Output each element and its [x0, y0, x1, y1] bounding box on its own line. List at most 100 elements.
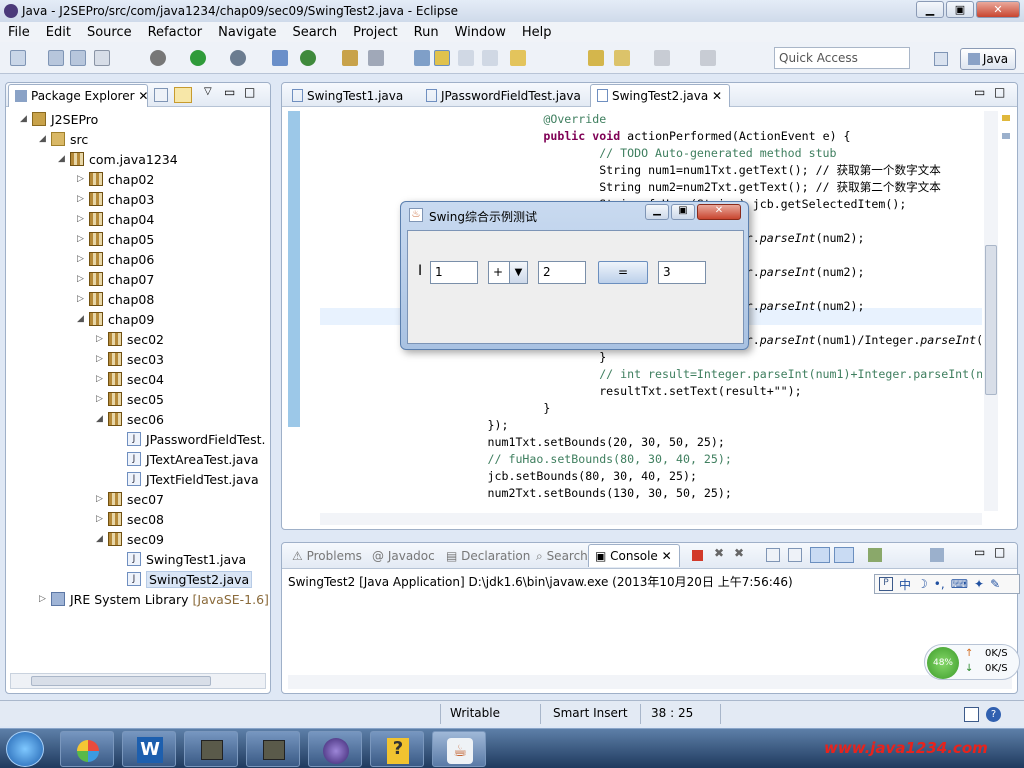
run-icon[interactable]	[190, 50, 206, 66]
tree-item[interactable]: ▷ sec08	[96, 509, 164, 529]
tab-javadoc[interactable]: @ Javadoc	[366, 546, 441, 566]
collapsed-arrow-icon[interactable]: ▷	[77, 254, 89, 264]
help-icon[interactable]: ?	[986, 707, 1001, 722]
minimize-view-icon[interactable]: ▭	[974, 85, 985, 99]
highlight-icon[interactable]	[434, 50, 450, 66]
new-icon[interactable]	[10, 50, 26, 66]
show-whitespace-icon[interactable]	[482, 50, 498, 66]
num1-input[interactable]: 1	[430, 261, 478, 284]
collapsed-arrow-icon[interactable]: ▷	[77, 174, 89, 184]
minimize-view-icon[interactable]: ▭	[224, 85, 235, 99]
collapsed-arrow-icon[interactable]: ▷	[77, 214, 89, 224]
tab-search[interactable]: ⌕ Search	[530, 546, 594, 567]
remove-launch-icon[interactable]: ✖	[714, 546, 724, 560]
editor-horizontal-scrollbar[interactable]	[320, 513, 982, 525]
swing-close-button[interactable]: ✕	[697, 204, 741, 220]
scroll-lock-icon[interactable]	[766, 548, 780, 562]
tree-item[interactable]: ▷ chap02	[77, 169, 154, 189]
new-class-icon[interactable]	[300, 50, 316, 66]
collapsed-arrow-icon[interactable]: ▷	[96, 494, 108, 504]
maximize-view-icon[interactable]: □	[994, 85, 1005, 99]
new-java-project-icon[interactable]	[272, 50, 288, 66]
vertical-scrollbar[interactable]	[984, 111, 998, 511]
taskbar-wps-writer[interactable]: W	[122, 731, 176, 767]
tab-jpasswordfieldtest[interactable]: JPasswordFieldTest.java	[420, 86, 587, 106]
show-on-output-icon[interactable]	[810, 547, 830, 563]
display-console-icon[interactable]	[868, 548, 882, 562]
back-icon[interactable]	[614, 50, 630, 66]
pin-console-icon[interactable]	[788, 548, 802, 562]
print-icon[interactable]	[94, 50, 110, 66]
menu-file[interactable]: File	[0, 25, 38, 40]
view-menu-icon[interactable]: ▽	[204, 86, 212, 97]
terminate-icon[interactable]	[692, 550, 703, 561]
external-tools-icon[interactable]	[230, 50, 246, 66]
maximize-view-icon[interactable]: □	[994, 545, 1005, 559]
collapsed-arrow-icon[interactable]: ▷	[39, 594, 51, 604]
tab-package-explorer[interactable]: Package Explorer ✕	[8, 84, 148, 107]
tab-swingtest1[interactable]: SwingTest1.java	[286, 86, 409, 106]
tree-item[interactable]: ◢ J2SEPro	[20, 109, 98, 129]
minimize-button[interactable]: ▁	[916, 1, 944, 18]
collapsed-arrow-icon[interactable]: ▷	[77, 274, 89, 284]
tree-item[interactable]: ◢ src	[39, 129, 88, 149]
forward-icon[interactable]	[654, 50, 670, 66]
expanded-arrow-icon[interactable]: ◢	[39, 134, 51, 144]
expanded-arrow-icon[interactable]: ◢	[96, 414, 108, 424]
menu-run[interactable]: Run	[406, 25, 447, 40]
tree-item[interactable]: ▷ chap06	[77, 249, 154, 269]
maximize-view-icon[interactable]: □	[244, 85, 255, 99]
tree-item[interactable]: J JTextFieldTest.java	[115, 469, 259, 489]
expanded-arrow-icon[interactable]: ◢	[20, 114, 32, 124]
taskbar-app-4[interactable]	[246, 731, 300, 767]
taskbar-eclipse[interactable]	[308, 731, 362, 767]
tree-item[interactable]: ▷ JRE System Library [JavaSE-1.6]	[39, 589, 269, 609]
block-selection-icon[interactable]	[458, 50, 474, 66]
collapsed-arrow-icon[interactable]: ▷	[77, 294, 89, 304]
collapsed-arrow-icon[interactable]: ▷	[96, 394, 108, 404]
tree-item[interactable]: ▷ chap08	[77, 289, 154, 309]
menu-refactor[interactable]: Refactor	[140, 25, 211, 40]
word-wrap-icon[interactable]	[834, 547, 854, 563]
toggle-mark-occurrences-icon[interactable]	[414, 50, 430, 66]
tree-item[interactable]: ▷ sec03	[96, 349, 164, 369]
menu-search[interactable]: Search	[284, 25, 345, 40]
tree-item[interactable]: ▷ sec04	[96, 369, 164, 389]
expanded-arrow-icon[interactable]: ◢	[77, 314, 89, 324]
console-horizontal-scrollbar[interactable]	[288, 675, 1012, 689]
tab-console[interactable]: ▣ Console ✕	[588, 544, 680, 567]
expanded-arrow-icon[interactable]: ◢	[58, 154, 70, 164]
tree-item[interactable]: ◢ sec09	[96, 529, 164, 549]
tree-item[interactable]: ◢ sec06	[96, 409, 164, 429]
menu-help[interactable]: Help	[514, 25, 560, 40]
menu-window[interactable]: Window	[447, 25, 514, 40]
horizontal-scrollbar[interactable]	[10, 673, 266, 689]
save-all-icon[interactable]	[70, 50, 86, 66]
remove-all-icon[interactable]: ✖	[734, 546, 744, 560]
tree-item[interactable]: ▷ sec02	[96, 329, 164, 349]
pin-editor-icon[interactable]	[700, 50, 716, 66]
search-icon[interactable]	[368, 50, 384, 66]
tab-problems[interactable]: ⚠ Problems	[286, 546, 368, 566]
close-icon[interactable]: ✕	[662, 549, 672, 563]
quick-access-input[interactable]: Quick Access	[774, 47, 910, 69]
swing-maximize-button[interactable]: ▣	[671, 204, 695, 220]
tree-item[interactable]: ▷ chap04	[77, 209, 154, 229]
taskbar-help[interactable]: ?	[370, 731, 424, 767]
start-button[interactable]	[6, 731, 44, 767]
close-icon[interactable]: ✕	[138, 89, 148, 103]
tree-item[interactable]: ▷ chap07	[77, 269, 154, 289]
collapsed-arrow-icon[interactable]: ▷	[96, 514, 108, 524]
collapse-all-icon[interactable]	[154, 88, 168, 102]
menu-project[interactable]: Project	[345, 25, 405, 40]
save-icon[interactable]	[48, 50, 64, 66]
minimize-view-icon[interactable]: ▭	[974, 545, 985, 559]
collapsed-arrow-icon[interactable]: ▷	[77, 234, 89, 244]
tree-item[interactable]: ▷ sec07	[96, 489, 164, 509]
tree-item[interactable]: ▷ chap03	[77, 189, 154, 209]
collapsed-arrow-icon[interactable]: ▷	[96, 334, 108, 344]
swing-minimize-button[interactable]: ▁	[645, 204, 669, 220]
tree-item[interactable]: J SwingTest1.java	[115, 549, 246, 569]
ime-toolbar[interactable]: P 中 ☽ •, ⌨ ✦ ✎	[874, 574, 1020, 594]
taskbar-java-app[interactable]: ☕	[432, 731, 486, 767]
